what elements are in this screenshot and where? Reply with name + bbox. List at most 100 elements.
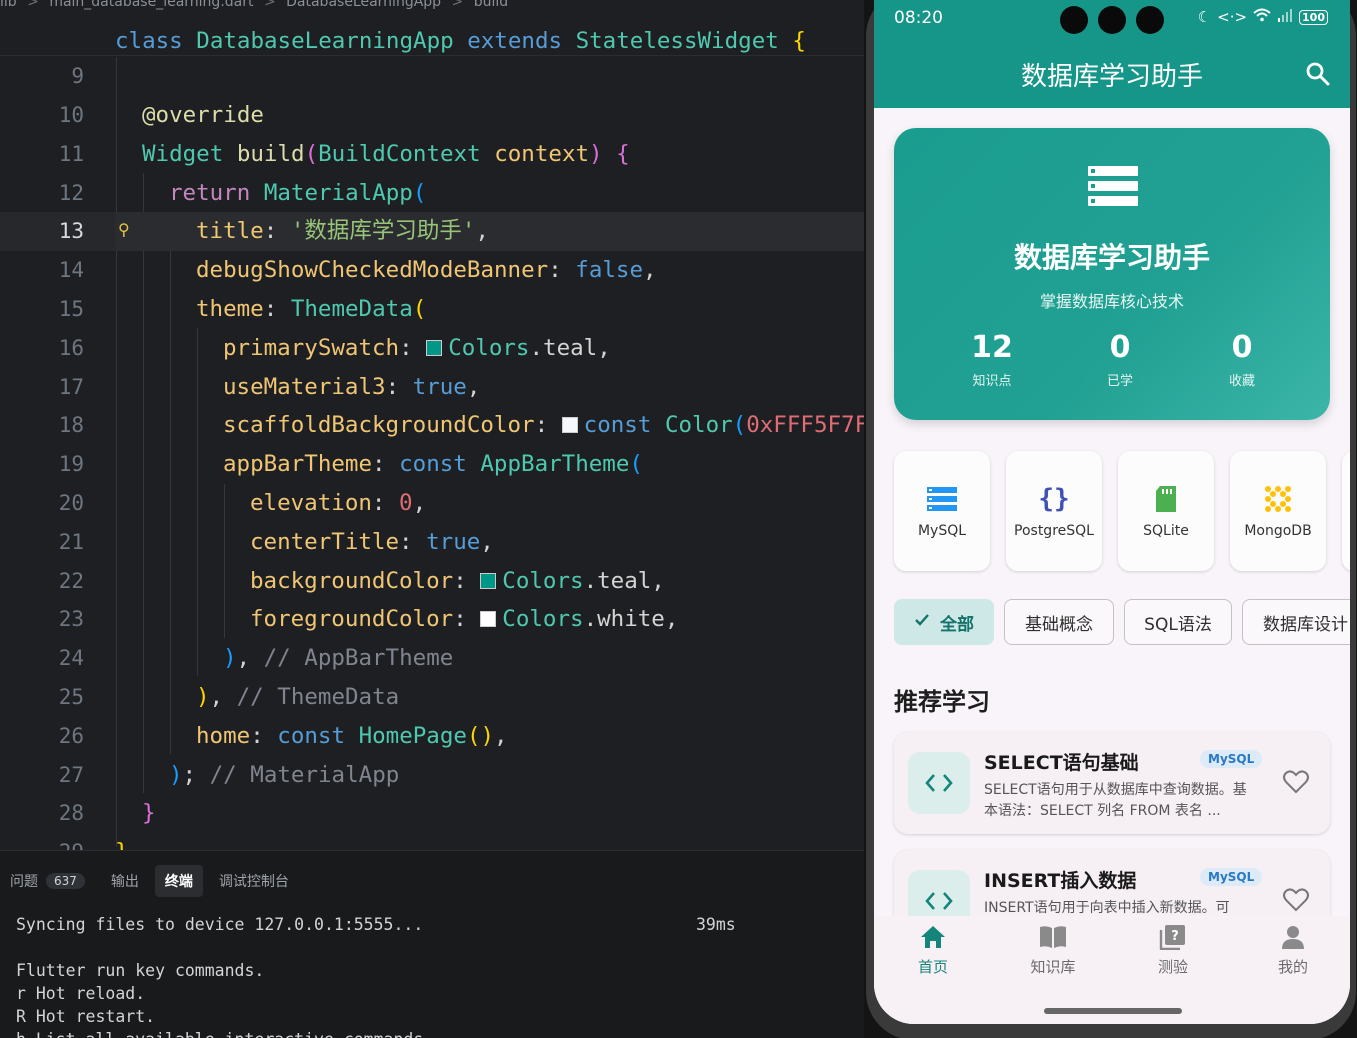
chip-label: 数据库设计 [1263,614,1348,635]
tab-terminal[interactable]: 终端 [154,865,203,897]
line-number: 14 [58,258,84,283]
sync-time: 39ms [696,915,736,934]
chip-sql-syntax[interactable]: SQL语法 [1124,599,1232,645]
line-number: 17 [58,374,84,399]
camera-cutout [1098,6,1126,34]
home-indicator[interactable] [1044,1008,1182,1014]
stat-value: 12 [971,330,1013,365]
db-label: MongoDB [1244,523,1312,539]
code-line[interactable]: 27 ); // MaterialApp [0,756,866,795]
code-token: scaffoldBackgroundColor [223,412,535,439]
code-token: : [263,218,278,245]
color-swatch[interactable] [480,611,497,628]
stat-value: 0 [1231,330,1253,365]
app-title: 数据库学习助手 [1020,62,1203,92]
code-line[interactable]: 28 } [0,794,866,833]
breadcrumb-class[interactable]: DatabaseLearningApp [286,0,441,10]
code-editor[interactable]: lib > main_database_learning.dart > Data… [0,0,866,850]
nav-label: 我的 [1277,958,1308,976]
nav-label: 首页 [917,958,948,976]
sticky-scroll-header[interactable]: class DatabaseLearningApp extends Statel… [0,18,866,56]
check-icon [914,612,930,632]
code-line[interactable]: 19 appBarTheme: const AppBarTheme( [0,445,866,484]
color-swatch[interactable] [480,572,497,589]
code-line[interactable]: 22 backgroundColor: Colors.teal, [0,562,866,601]
code-token: .teal, [529,334,611,361]
problems-count-badge: 637 [46,873,85,889]
color-swatch[interactable] [426,339,443,356]
code-token: .white, [583,606,679,633]
color-swatch[interactable] [561,417,578,434]
hero-banner: 数据库学习助手 掌握数据库核心技术 12 知识点 0 已学 0 收藏 [894,128,1330,420]
breadcrumb-lib[interactable]: lib [0,0,17,10]
code-line[interactable]: 14 debugShowCheckedModeBanner: false, [0,251,866,290]
stat-learned: 0 已学 [1070,330,1170,389]
code-token: ; [182,761,197,788]
db-card-mysql[interactable]: MySQL [894,451,990,571]
code-line[interactable]: 21 centerTitle: true, [0,523,866,562]
code-line[interactable]: 18 scaffoldBackgroundColor: const Color(… [0,406,866,445]
line-number: 25 [58,685,84,709]
book-icon [998,924,1108,954]
code-token: true [412,373,467,400]
tab-problems[interactable]: 问题 637 [0,865,95,897]
heart-icon[interactable] [1282,886,1310,914]
code-line[interactable]: 26 home: const HomePage(), [0,717,866,756]
code-line[interactable]: 20 elevation: 0, [0,484,866,523]
code-token: foregroundColor [250,606,454,633]
terminal-line: r Hot reload. [16,984,146,1003]
code-line[interactable]: 23 foregroundColor: Colors.white, [0,600,866,639]
phone-emulator: 08:20 ☾ <·> 100 数据库学习助手 数据库学习助手 掌握数据库核心技… [864,0,1357,1038]
code-line[interactable]: 10 @override [0,96,866,135]
db-card-sqlite[interactable]: SQLite [1118,451,1214,571]
lesson-card[interactable]: SELECT语句基础 MySQL SELECT语句用于从数据库中查询数据。基本语… [894,732,1330,834]
nav-home[interactable]: 首页 [878,924,988,977]
breadcrumb-separator: > [263,0,276,10]
code-line-current[interactable]: 13 ⚲ title: '数据库学习助手', [0,212,866,252]
tab-output[interactable]: 输出 [101,865,149,897]
code-token: home [196,722,251,749]
tab-debug-console[interactable]: 调试控制台 [209,865,299,897]
chip-database-design[interactable]: 数据库设计 [1242,599,1350,645]
search-icon[interactable] [1304,60,1332,88]
nav-profile[interactable]: 我的 [1238,924,1348,977]
code-token: : [250,722,264,749]
breadcrumb-method[interactable]: build [474,0,508,10]
db-card-postgresql[interactable]: {} PostgreSQL [1006,451,1102,571]
heart-icon[interactable] [1282,768,1310,796]
code-line[interactable]: 9 [0,57,866,96]
code-token: class [115,28,183,54]
code-line[interactable]: 29 } [0,833,866,850]
code-token: ( [732,412,747,439]
terminal-output[interactable]: Syncing files to device 127.0.0.1:5555..… [16,913,433,1038]
code-token: , [475,218,489,245]
chip-all[interactable]: 全部 [894,599,994,645]
code-token: BuildContext [318,140,481,167]
status-time: 08:20 [894,8,943,28]
code-token: : [385,373,400,400]
code-token: false [575,257,644,284]
code-line[interactable]: 24 ), // AppBarTheme [0,639,866,678]
code-line[interactable]: 12 return MaterialApp( [0,174,866,213]
db-card-mongodb[interactable]: MongoDB [1230,451,1326,571]
code-token: () [466,722,495,749]
chip-basic-concepts[interactable]: 基础概念 [1004,599,1114,645]
bottom-panel: 问题 637 输出 终端 调试控制台 Syncing files to devic… [0,850,866,1038]
code-line[interactable]: 15 theme: ThemeData( [0,290,866,329]
code-line[interactable]: 11 Widget build(BuildContext context) { [0,135,866,174]
signal-icon [1277,8,1293,26]
code-line[interactable]: 17 useMaterial3: true, [0,368,866,407]
code-token: ) [589,140,603,167]
lightbulb-icon[interactable]: ⚲ [118,220,132,240]
code-token: : [548,257,562,284]
camera-cutout [1136,6,1164,34]
code-line[interactable]: 25 ), // ThemeData [0,678,866,717]
nav-knowledge-base[interactable]: 知识库 [998,924,1108,977]
code-token: } [115,839,129,850]
breadcrumb-file[interactable]: main_database_learning.dart [49,0,253,10]
nav-quiz[interactable]: ? 测验 [1118,924,1228,977]
db-card-partial[interactable] [1342,451,1350,571]
code-token: primarySwatch [223,334,400,361]
code-line[interactable]: 16 primarySwatch: Colors.teal, [0,329,866,368]
